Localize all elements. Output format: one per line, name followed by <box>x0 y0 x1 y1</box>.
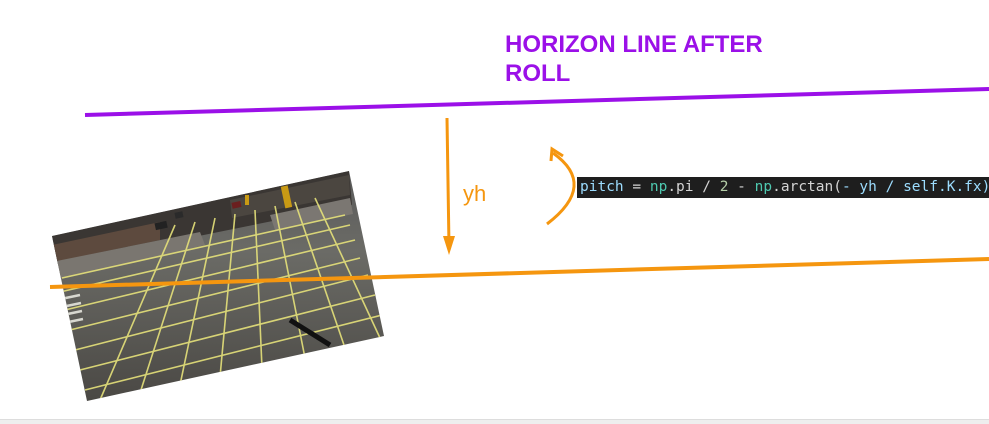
bottom-divider <box>0 419 989 424</box>
code-token: np <box>649 179 668 195</box>
code-token: - <box>728 179 755 195</box>
code-token: pitch <box>580 179 624 195</box>
code-token: np <box>754 179 773 195</box>
horizon-line-title: HORIZON LINE AFTER ROLL <box>505 31 763 87</box>
pitch-angle-arrow <box>546 146 576 226</box>
diagram-canvas <box>49 87 989 401</box>
yh-arrow <box>443 117 455 255</box>
horizon-line-after-roll <box>84 87 989 117</box>
yh-label: yh <box>463 181 487 206</box>
code-token: .arctan( <box>772 179 842 195</box>
code-token: .pi / <box>667 179 720 195</box>
code-token: = <box>623 179 650 195</box>
pitch-code-snippet: pitch = np.pi / 2 - np.arctan(- yh / sel… <box>577 177 989 198</box>
code-token: - yh / self.K.fx) <box>841 179 989 195</box>
